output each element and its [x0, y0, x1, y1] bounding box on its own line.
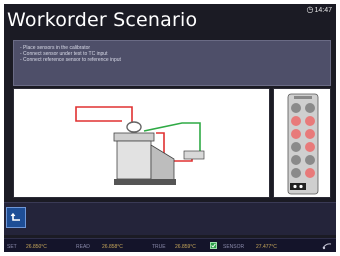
sensor-label: SENSOR [223, 244, 245, 250]
back-arrow-icon [10, 212, 20, 221]
calibrator-slope [150, 144, 175, 182]
page-title: Workorder Scenario [7, 9, 198, 31]
true-label: TRUE [152, 244, 166, 250]
back-button[interactable] [6, 207, 26, 228]
clock: ◷14:47 [306, 5, 332, 14]
set-label: SET [7, 244, 17, 250]
read-label: READ [76, 244, 90, 250]
clock-icon: ◷ [306, 5, 314, 14]
toolbar-area [4, 202, 336, 235]
calibrator-screen: Workorder Scenario ◷14:47 - Place sensor… [4, 4, 336, 252]
clock-time: 14:47 [314, 7, 332, 14]
status-bar: SET 26.850°C READ 26.858°C TRUE 26.859°C… [4, 238, 336, 252]
set-value: 26.850°C [26, 244, 47, 250]
calibrator-setup-illustration [75, 106, 205, 185]
true-value: 26.859°C [175, 244, 196, 250]
sensor-value: 27.477°C [256, 244, 277, 250]
instructions-panel: - Place sensors in the calibrator - Conn… [13, 40, 331, 86]
calibrator-base [114, 179, 176, 185]
setup-diagram-panel [13, 88, 270, 198]
calibrator-body [116, 140, 152, 180]
red-wire [75, 106, 133, 123]
check-icon [210, 242, 217, 249]
connector-block [183, 150, 205, 160]
connector-panel [273, 88, 331, 198]
calibrator-top [113, 132, 155, 142]
instruction-line: - Connect reference sensor to reference … [20, 57, 121, 63]
connector-panel-illustration [287, 93, 319, 195]
sensor-icon[interactable] [322, 242, 332, 250]
probe-loop [126, 121, 142, 133]
read-value: 26.858°C [102, 244, 123, 250]
